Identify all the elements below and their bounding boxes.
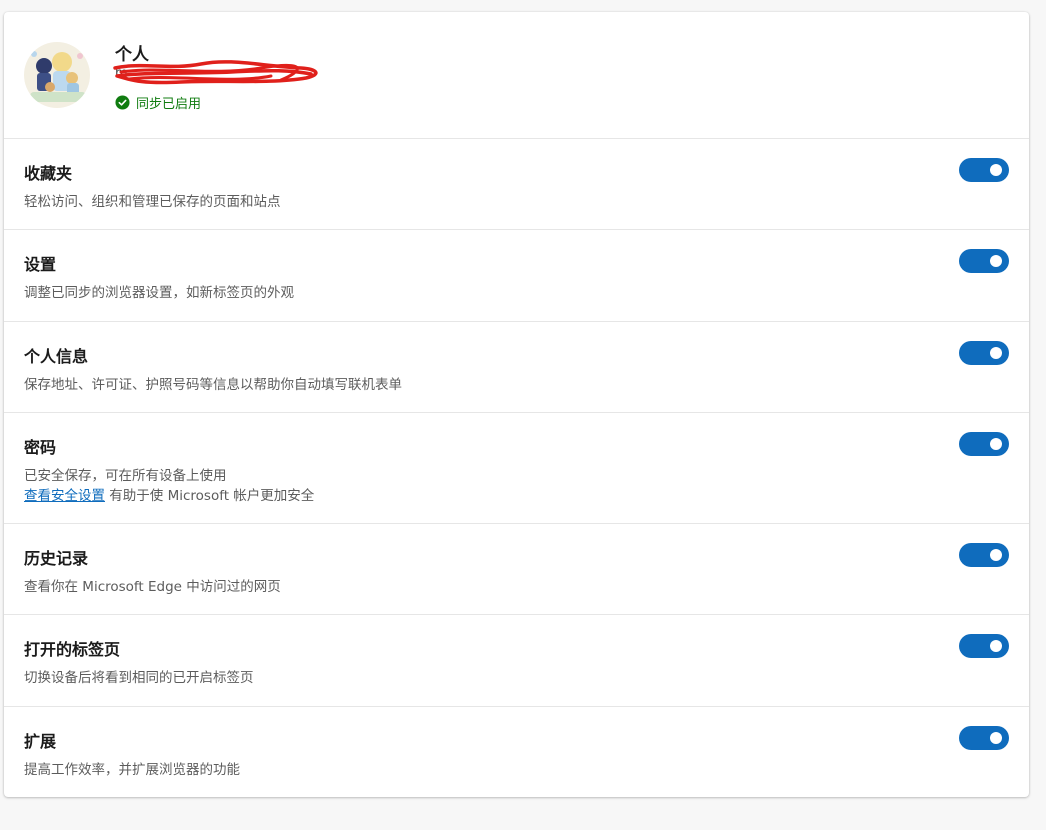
sync-row-title: 扩展 (24, 732, 57, 751)
sync-row-personal-info: 个人信息 保存地址、许可证、护照号码等信息以帮助你自动填写联机表单 (4, 322, 1029, 413)
sync-row-title: 收藏夹 (24, 164, 73, 183)
sync-settings-card: 个人 m 同步已启用 收藏夹 轻松访问、组织和管理已保存的页面和站点 设置 调整… (4, 12, 1029, 797)
toggle-knob (990, 347, 1002, 359)
sync-row-description: 保存地址、许可证、护照号码等信息以帮助你自动填写联机表单 (24, 377, 402, 393)
toggle-knob (990, 164, 1002, 176)
sync-row-description: 调整已同步的浏览器设置，如新标签页的外观 (24, 285, 294, 301)
settings-toggle[interactable] (959, 249, 1009, 273)
history-toggle[interactable] (959, 543, 1009, 567)
sync-row-description: 轻松访问、组织和管理已保存的页面和站点 (24, 194, 281, 210)
toggle-knob (990, 438, 1002, 450)
toggle-knob (990, 255, 1002, 267)
profile-section: 个人 m 同步已启用 (4, 12, 1029, 139)
toggle-knob (990, 732, 1002, 744)
toggle-knob (990, 549, 1002, 561)
sync-row-settings: 设置 调整已同步的浏览器设置，如新标签页的外观 (4, 230, 1029, 322)
redaction-scribble (113, 60, 318, 85)
sync-row-description: 提高工作效率，并扩展浏览器的功能 (24, 762, 240, 778)
sync-row-description: 切换设备后将看到相同的已开启标签页 (24, 670, 254, 686)
security-note-text: 有助于使 Microsoft 帐户更加安全 (105, 488, 315, 504)
open-tabs-toggle[interactable] (959, 634, 1009, 658)
sync-row-favorites: 收藏夹 轻松访问、组织和管理已保存的页面和站点 (4, 139, 1029, 230)
view-security-settings-link[interactable]: 查看安全设置 (24, 488, 105, 504)
passwords-toggle[interactable] (959, 432, 1009, 456)
sync-row-security-note: 查看安全设置 有助于使 Microsoft 帐户更加安全 (24, 486, 314, 506)
sync-row-title: 密码 (24, 438, 57, 457)
sync-status: 同步已启用 (115, 93, 201, 112)
sync-row-open-tabs: 打开的标签页 切换设备后将看到相同的已开启标签页 (4, 615, 1029, 707)
sync-row-title: 历史记录 (24, 549, 89, 568)
sync-status-text: 同步已启用 (136, 97, 202, 112)
sync-row-description: 查看你在 Microsoft Edge 中访问过的网页 (24, 579, 281, 595)
personal-info-toggle[interactable] (959, 341, 1009, 365)
profile-avatar (24, 42, 90, 108)
sync-row-description: 已安全保存，可在所有设备上使用 (24, 468, 227, 484)
sync-row-passwords: 密码 已安全保存，可在所有设备上使用 查看安全设置 有助于使 Microsoft… (4, 413, 1029, 524)
sync-row-title: 个人信息 (24, 347, 89, 366)
sync-row-extensions: 扩展 提高工作效率，并扩展浏览器的功能 (4, 707, 1029, 797)
sync-row-history: 历史记录 查看你在 Microsoft Edge 中访问过的网页 (4, 524, 1029, 615)
sync-row-title: 打开的标签页 (24, 640, 121, 659)
extensions-toggle[interactable] (959, 726, 1009, 750)
favorites-toggle[interactable] (959, 158, 1009, 182)
toggle-knob (990, 640, 1002, 652)
sync-row-title: 设置 (24, 255, 57, 274)
check-circle-icon (115, 95, 130, 110)
profile-email: m (113, 60, 325, 86)
